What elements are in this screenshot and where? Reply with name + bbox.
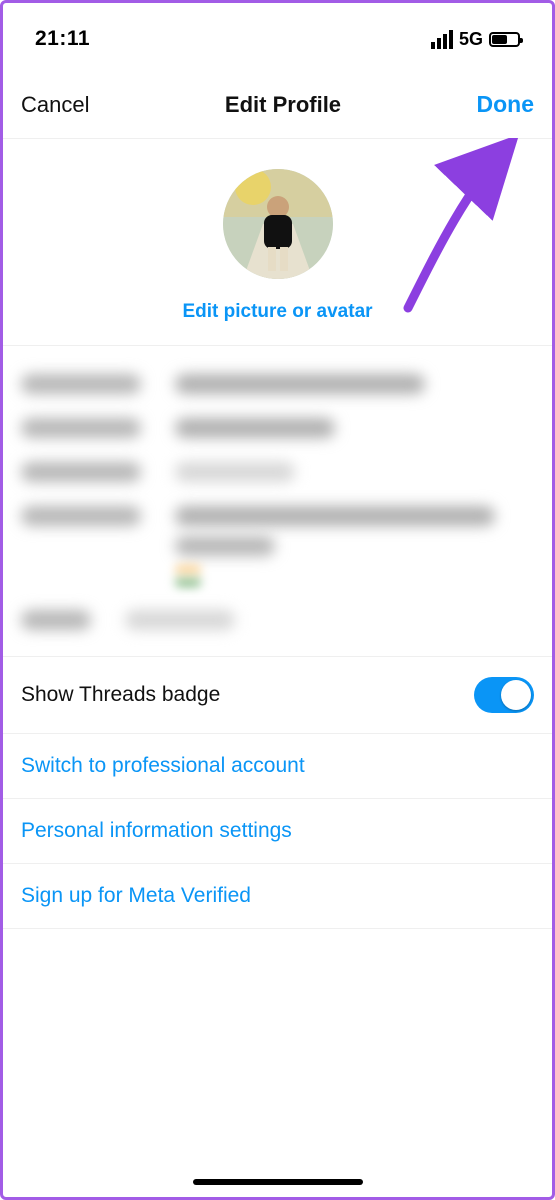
cancel-button[interactable]: Cancel xyxy=(21,92,89,118)
battery-icon xyxy=(489,32,520,47)
field-row[interactable] xyxy=(21,450,534,494)
field-row[interactable] xyxy=(21,598,534,642)
status-right: 5G xyxy=(431,29,520,50)
home-indicator[interactable] xyxy=(193,1179,363,1185)
threads-badge-toggle[interactable] xyxy=(474,677,534,713)
profile-fields-redacted xyxy=(3,346,552,657)
screen-frame: 21:11 5G Cancel Edit Profile Done xyxy=(0,0,555,1200)
field-row[interactable] xyxy=(21,362,534,406)
status-bar: 21:11 5G xyxy=(3,3,552,67)
row-switch-professional[interactable]: Switch to professional account xyxy=(3,734,552,799)
row-label: Show Threads badge xyxy=(21,683,220,707)
nav-bar: Cancel Edit Profile Done xyxy=(3,67,552,139)
avatar-image xyxy=(223,169,333,279)
status-time: 21:11 xyxy=(35,27,90,51)
edit-picture-link[interactable]: Edit picture or avatar xyxy=(3,301,552,323)
row-label: Switch to professional account xyxy=(21,754,305,778)
avatar-section: Edit picture or avatar xyxy=(3,139,552,346)
network-label: 5G xyxy=(459,29,483,50)
done-button[interactable]: Done xyxy=(476,91,534,118)
flag-icon xyxy=(175,566,201,586)
row-label: Personal information settings xyxy=(21,819,292,843)
row-label: Sign up for Meta Verified xyxy=(21,884,251,908)
settings-list: Show Threads badge Switch to professiona… xyxy=(3,657,552,929)
row-personal-info[interactable]: Personal information settings xyxy=(3,799,552,864)
page-title: Edit Profile xyxy=(225,92,341,118)
avatar[interactable] xyxy=(223,169,333,279)
row-threads-badge: Show Threads badge xyxy=(3,657,552,734)
cellular-signal-icon xyxy=(431,30,453,49)
field-row[interactable] xyxy=(21,494,534,598)
row-meta-verified[interactable]: Sign up for Meta Verified xyxy=(3,864,552,929)
field-row[interactable] xyxy=(21,406,534,450)
